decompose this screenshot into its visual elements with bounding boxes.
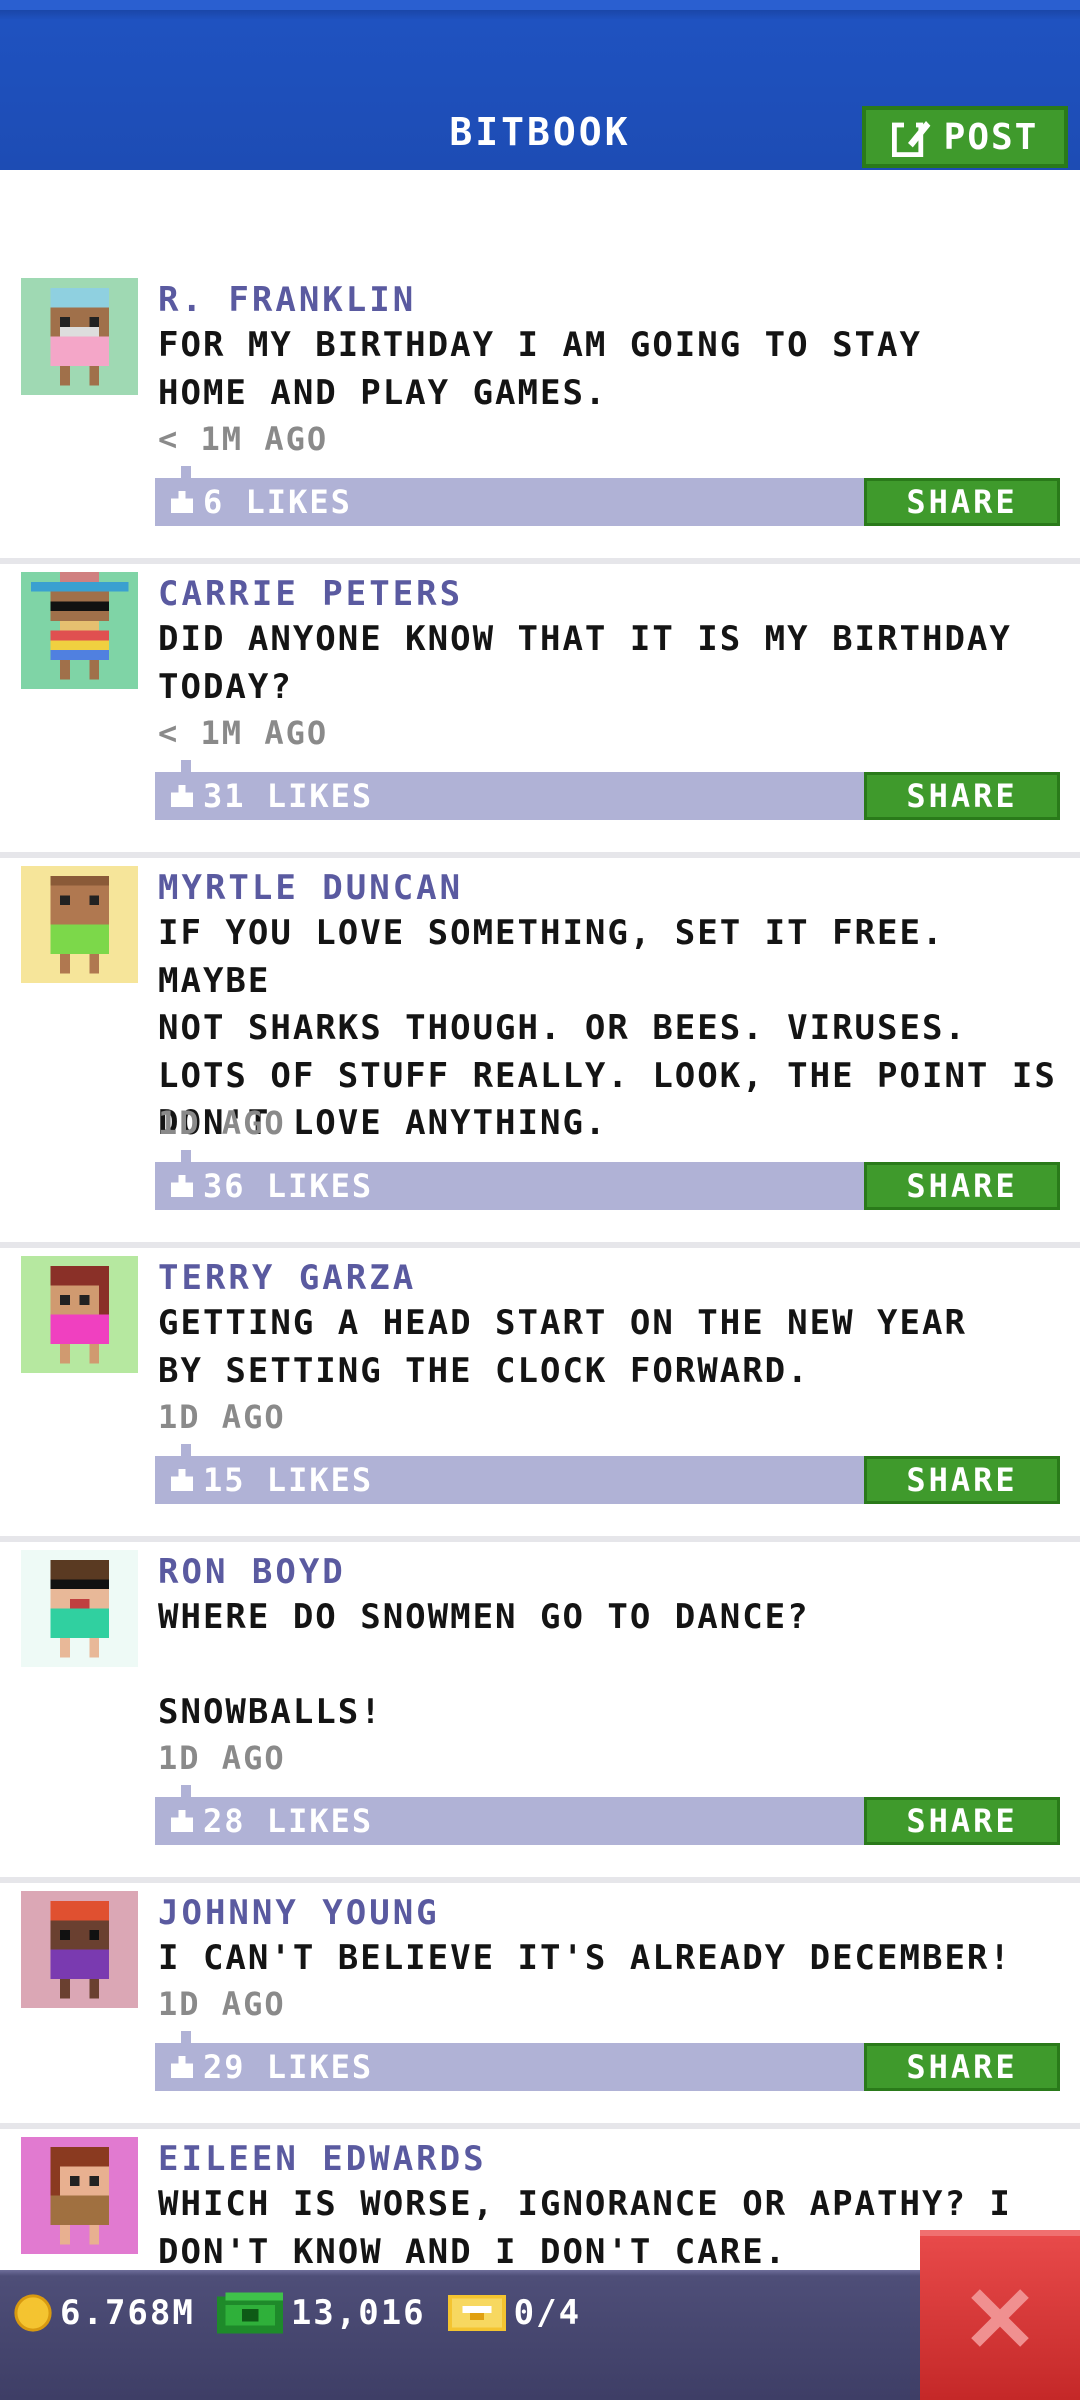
- bux-icon: [216, 2292, 283, 2334]
- post-text: I CAN'T BELIEVE IT'S ALREADY DECEMBER!: [158, 1938, 1012, 1978]
- post-time: 1D AGO: [158, 1739, 286, 1777]
- like-bar: 36 LIKES SHARE: [155, 1150, 1060, 1210]
- avatar[interactable]: [21, 1550, 138, 1667]
- bottom-status-bar: 6.768M 13,016 0/4: [0, 2270, 1080, 2400]
- thumbs-up-icon: [171, 1175, 193, 1197]
- tickets-value: 0/4: [513, 2293, 582, 2333]
- like-count: 28 LIKES: [203, 1802, 374, 1840]
- post-text: GETTING A HEAD START ON THE NEW YEAR BY …: [158, 1303, 967, 1391]
- author-name[interactable]: EILEEN EDWARDS: [158, 2139, 487, 2179]
- avatar[interactable]: [21, 572, 138, 689]
- post-card: CARRIE PETERS DID ANYONE KNOW THAT IT IS…: [0, 564, 1080, 858]
- author-name[interactable]: CARRIE PETERS: [158, 574, 463, 614]
- share-button[interactable]: SHARE: [864, 1456, 1060, 1504]
- like-count: 31 LIKES: [203, 777, 374, 815]
- post-card: MYRTLE DUNCAN IF YOU LOVE SOMETHING, SET…: [0, 858, 1080, 1248]
- post-time: 1D AGO: [158, 1398, 286, 1436]
- thumbs-up-icon: [171, 1810, 193, 1832]
- currency-stats: 6.768M 13,016 0/4: [14, 2292, 603, 2334]
- like-button[interactable]: 31 LIKES: [171, 772, 373, 820]
- share-button[interactable]: SHARE: [864, 772, 1060, 820]
- post-card: JOHNNY YOUNG I CAN'T BELIEVE IT'S ALREAD…: [0, 1883, 1080, 2129]
- like-bar: 29 LIKES SHARE: [155, 2031, 1060, 2091]
- thumbs-up-icon: [171, 2056, 193, 2078]
- like-count: 29 LIKES: [203, 2048, 374, 2086]
- author-name[interactable]: RON BOYD: [158, 1552, 346, 1592]
- share-button[interactable]: SHARE: [864, 2043, 1060, 2091]
- share-button[interactable]: SHARE: [864, 1162, 1060, 1210]
- author-name[interactable]: JOHNNY YOUNG: [158, 1893, 440, 1933]
- like-count: 15 LIKES: [203, 1461, 374, 1499]
- author-name[interactable]: MYRTLE DUNCAN: [158, 868, 463, 908]
- post-time: 1D AGO: [158, 1985, 286, 2023]
- post-button[interactable]: POST: [862, 106, 1068, 168]
- avatar[interactable]: [21, 1256, 138, 1373]
- bux-value: 13,016: [290, 2293, 426, 2333]
- author-name[interactable]: TERRY GARZA: [158, 1258, 416, 1298]
- post-time: < 1M AGO: [158, 714, 329, 752]
- like-bar: 28 LIKES SHARE: [155, 1785, 1060, 1845]
- like-count: 36 LIKES: [203, 1167, 374, 1205]
- post-card: RON BOYD WHERE DO SNOWMEN GO TO DANCE? S…: [0, 1542, 1080, 1883]
- edit-icon: [891, 121, 931, 157]
- share-button[interactable]: SHARE: [864, 1797, 1060, 1845]
- like-count: 6 LIKES: [203, 483, 352, 521]
- like-button[interactable]: 6 LIKES: [171, 478, 352, 526]
- post-card: R. FRANKLIN FOR MY BIRTHDAY I AM GOING T…: [0, 270, 1080, 564]
- tickets-stat: 0/4: [447, 2293, 582, 2333]
- post-card: TERRY GARZA GETTING A HEAD START ON THE …: [0, 1248, 1080, 1542]
- avatar[interactable]: [21, 866, 138, 983]
- top-bar: BITBOOK POST: [0, 0, 1080, 170]
- feed[interactable]: R. FRANKLIN FOR MY BIRTHDAY I AM GOING T…: [0, 170, 1080, 2270]
- coins-value: 6.768M: [60, 2293, 195, 2333]
- post-text: FOR MY BIRTHDAY I AM GOING TO STAY HOME …: [158, 325, 922, 413]
- post-text: DID ANYONE KNOW THAT IT IS MY BIRTHDAY T…: [158, 619, 1012, 707]
- like-button[interactable]: 29 LIKES: [171, 2043, 373, 2091]
- thumbs-up-icon: [171, 785, 193, 807]
- post-button-label: POST: [943, 116, 1039, 158]
- avatar[interactable]: [21, 1891, 138, 2008]
- like-button[interactable]: 36 LIKES: [171, 1162, 373, 1210]
- like-bar: 31 LIKES SHARE: [155, 760, 1060, 820]
- thumbs-up-icon: [171, 1469, 193, 1491]
- coin-icon: [14, 2294, 52, 2332]
- author-name[interactable]: R. FRANKLIN: [158, 280, 416, 320]
- share-button[interactable]: SHARE: [864, 478, 1060, 526]
- avatar[interactable]: [21, 2137, 138, 2254]
- coins-stat: 6.768M: [14, 2293, 195, 2333]
- close-x-icon: [971, 2289, 1029, 2347]
- post-time: 1D AGO: [158, 1104, 286, 1142]
- post-text: IF YOU LOVE SOMETHING, SET IT FREE. MAYB…: [158, 913, 1057, 1143]
- post-time: < 1M AGO: [158, 420, 329, 458]
- like-bar: 15 LIKES SHARE: [155, 1444, 1060, 1504]
- thumbs-up-icon: [171, 491, 193, 513]
- bux-stat: 13,016: [216, 2292, 426, 2334]
- ticket-icon: [447, 2295, 506, 2331]
- post-text: WHERE DO SNOWMEN GO TO DANCE? SNOWBALLS!: [158, 1597, 810, 1732]
- close-button[interactable]: [920, 2230, 1080, 2400]
- like-button[interactable]: 28 LIKES: [171, 1797, 373, 1845]
- post-card: EILEEN EDWARDS WHICH IS WORSE, IGNORANCE…: [0, 2129, 1080, 2270]
- like-button[interactable]: 15 LIKES: [171, 1456, 373, 1504]
- like-bar: 6 LIKES SHARE: [155, 466, 1060, 526]
- avatar[interactable]: [21, 278, 138, 395]
